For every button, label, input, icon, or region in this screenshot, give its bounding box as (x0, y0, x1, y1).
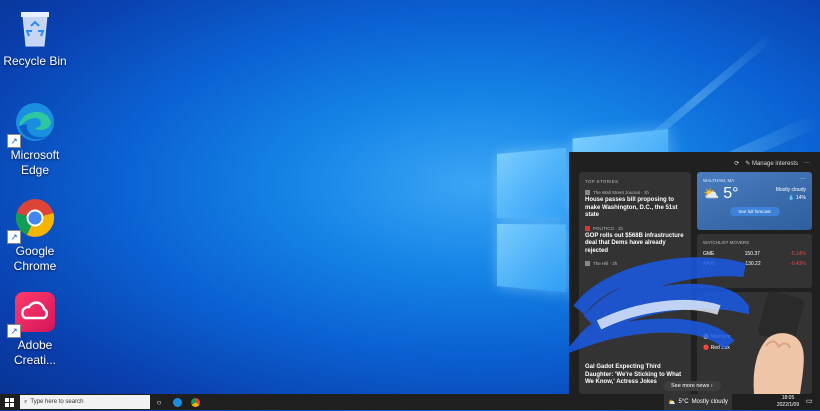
cloud-sun-icon: ⛅ (668, 399, 676, 406)
blue-scribble-overlay (569, 257, 749, 353)
adobe-creative-cloud-icon: ↗ (7, 290, 57, 338)
weather-temp: 5° (723, 185, 739, 202)
weather-card[interactable]: WALTHAM, MA ··· ⛅ 5° Mostly cloudy 💧 14%… (697, 172, 812, 230)
edge-icon: ↗ (7, 100, 57, 148)
taskbar: ⌕ Type here to search ○ ⛅ 5°C Mostly clo… (0, 394, 820, 410)
desktop-icon-label: Creati... (13, 353, 56, 367)
notification-icon[interactable]: ▭ (806, 397, 813, 405)
chrome-icon: ↗ (7, 196, 57, 244)
desktop-icon-label: Edge (20, 163, 50, 177)
desktop-icon-label: Microsoft (10, 148, 60, 162)
desktop-icon-label: Adobe (17, 338, 53, 352)
story-headline: House passes bill proposing to make Wash… (585, 197, 678, 218)
task-view-icon: ○ (156, 397, 162, 407)
edge-icon (172, 397, 182, 407)
watchlist-title: WATCHLIST MOVERS (703, 240, 750, 245)
shortcut-arrow-icon: ↗ (7, 324, 21, 338)
recycle-bin-icon (13, 6, 57, 50)
more-options-icon[interactable]: ··· (800, 176, 806, 182)
cloud-sun-icon: ⛅ (703, 186, 720, 201)
see-full-forecast-button[interactable]: See full forecast (729, 207, 780, 216)
desktop-icon-chrome[interactable]: ↗ Google Chrome (0, 196, 70, 274)
see-more-news-button[interactable]: See more news › (663, 381, 721, 391)
desktop-icon-label: Chrome (13, 259, 57, 273)
manage-interests-link[interactable]: ✎ Manage interests (745, 160, 798, 167)
hand-holding-eraser-image (753, 291, 804, 394)
desktop-icon-edge[interactable]: ↗ Microsoft Edge (0, 100, 70, 178)
windows-icon (4, 397, 14, 407)
precip-value: 💧 14% (788, 195, 806, 201)
desktop-icon-label: Google (15, 244, 55, 258)
desktop-icon-recycle-bin[interactable]: Recycle Bin (0, 6, 70, 69)
taskbar-edge-button[interactable] (168, 394, 186, 410)
shortcut-arrow-icon: ↗ (7, 134, 21, 148)
taskbar-chrome-button[interactable] (186, 394, 204, 410)
shortcut-arrow-icon: ↗ (7, 230, 21, 244)
start-button[interactable] (0, 394, 18, 410)
chrome-icon (190, 397, 200, 407)
panel-header: ⟳ ✎ Manage interests ··· (569, 152, 820, 174)
more-options-icon[interactable]: ··· (804, 160, 810, 166)
task-view-button[interactable]: ○ (150, 394, 168, 410)
desktop-icon-label: Recycle Bin (3, 54, 67, 68)
taskbar-weather-widget[interactable]: ⛅ 5°C Mostly cloudy (664, 394, 732, 410)
taskbar-clock[interactable]: 18:05 2022/1/09 (770, 394, 806, 411)
search-icon: ⌕ (24, 398, 28, 405)
source-logo-icon (585, 225, 590, 231)
refresh-icon[interactable]: ⟳ (734, 160, 739, 167)
weather-condition: Mostly cloudy (775, 187, 806, 193)
source-logo-icon (585, 190, 590, 195)
top-stories-label: TOP STORIES (585, 179, 619, 184)
weather-location: WALTHAM, MA (703, 178, 735, 183)
desktop-icon-adobe[interactable]: ↗ Adobe Creati... (0, 290, 70, 368)
taskbar-search-box[interactable]: ⌕ Type here to search (20, 395, 150, 409)
news-story[interactable]: The Wall Street Journal · 1h House passe… (579, 188, 691, 224)
